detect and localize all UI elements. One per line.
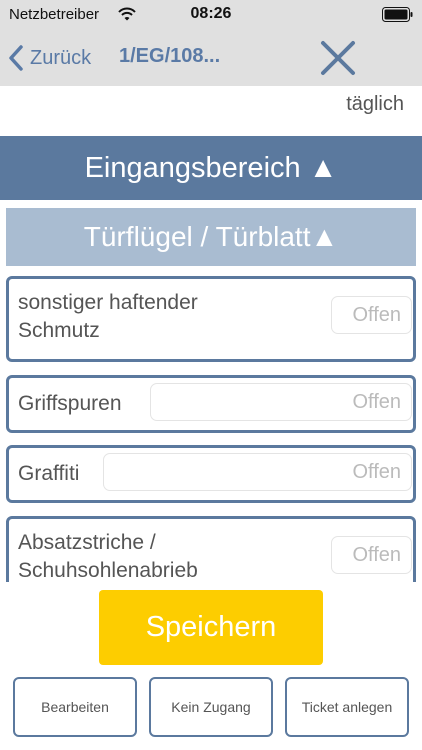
subsection-header[interactable]: Türflügel / Türblatt▲ bbox=[6, 208, 416, 266]
section-header[interactable]: Eingangsbereich ▲ bbox=[0, 136, 422, 200]
back-label: Zurück bbox=[30, 46, 92, 69]
close-button[interactable] bbox=[318, 38, 358, 78]
checklist-item: Graffiti Offen bbox=[6, 445, 416, 503]
back-button[interactable]: Zurück bbox=[8, 42, 91, 74]
frequency-label: täglich bbox=[346, 93, 404, 115]
item-label: sonstiger haftender Schmutz bbox=[18, 291, 198, 342]
nav-title: 1/EG/108... bbox=[119, 45, 221, 67]
chevron-left-icon bbox=[9, 45, 23, 71]
checklist[interactable]: sonstiger haftender Schmutz Offen Griffsp… bbox=[0, 272, 422, 582]
battery-icon bbox=[382, 7, 413, 22]
item-label: Griffspuren bbox=[18, 392, 122, 415]
status-field[interactable]: Offen bbox=[150, 383, 412, 421]
status-field[interactable]: Offen bbox=[103, 453, 412, 491]
status-bar: Netzbetreiber 08:26 bbox=[0, 0, 422, 30]
edit-button[interactable]: Bearbeiten bbox=[13, 677, 137, 737]
save-button[interactable]: Speichern bbox=[99, 590, 323, 665]
checklist-item: sonstiger haftender Schmutz Offen bbox=[6, 276, 416, 362]
create-ticket-button[interactable]: Ticket anlegen bbox=[285, 677, 409, 737]
item-label: Absatzstriche / Schuhsohlenabrieb bbox=[18, 531, 198, 582]
checklist-item: Griffspuren Offen bbox=[6, 375, 416, 433]
clock: 08:26 bbox=[190, 5, 232, 22]
navigation-bar: Zurück 1/EG/108... bbox=[0, 30, 422, 86]
checklist-item: Absatzstriche / Schuhsohlenabrieb Offen bbox=[6, 516, 416, 582]
item-label: Graffiti bbox=[18, 462, 80, 485]
status-field[interactable]: Offen bbox=[331, 536, 412, 574]
status-field[interactable]: Offen bbox=[331, 296, 412, 334]
close-icon bbox=[321, 41, 355, 75]
no-access-button[interactable]: Kein Zugang bbox=[149, 677, 273, 737]
